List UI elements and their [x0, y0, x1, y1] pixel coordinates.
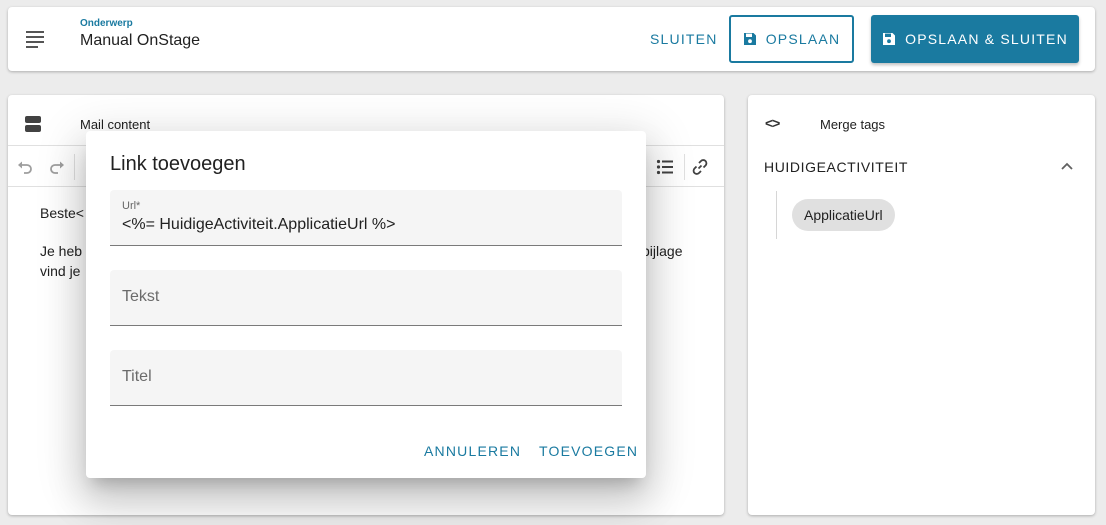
bullet-list-icon[interactable]: [656, 158, 674, 176]
toolbar-divider: [74, 154, 75, 180]
undo-icon[interactable]: [16, 158, 34, 176]
save-and-close-button-label: OPSLAAN & SLUITEN: [905, 31, 1068, 47]
link-dialog: Link toevoegen Url* <%= HuidigeActivitei…: [86, 131, 646, 478]
redo-icon[interactable]: [48, 158, 66, 176]
title-field[interactable]: Titel: [110, 350, 622, 406]
text-field-placeholder: Tekst: [122, 288, 160, 305]
floppy-icon: [743, 33, 756, 45]
chevron-up-icon[interactable]: [1061, 162, 1073, 170]
save-and-close-button[interactable]: OPSLAAN & SLUITEN: [871, 15, 1079, 63]
close-button[interactable]: SLUITEN: [644, 23, 724, 55]
text-field[interactable]: Tekst: [110, 270, 622, 326]
title-field-placeholder: Titel: [122, 368, 152, 385]
merge-tags-card: <> Merge tags HUIDIGEACTIVITEIT Applicat…: [748, 95, 1095, 515]
subject-icon: [26, 31, 44, 48]
save-button[interactable]: OPSLAAN: [729, 15, 854, 63]
toolbar-divider: [684, 154, 685, 180]
save-button-label: OPSLAAN: [765, 31, 841, 47]
add-button[interactable]: TOEVOEGEN: [539, 443, 638, 459]
editor-icon: [25, 116, 41, 132]
merge-tag-chip[interactable]: ApplicatieUrl: [792, 199, 895, 231]
dialog-title: Link toevoegen: [110, 153, 246, 175]
mail-content-title: Mail content: [80, 117, 151, 132]
cancel-button[interactable]: ANNULEREN: [424, 443, 521, 459]
merge-tags-title: Merge tags: [820, 117, 886, 132]
url-field-value[interactable]: <%= HuidigeActiviteit.ApplicatieUrl %>: [122, 216, 395, 234]
url-field-label: Url*: [122, 200, 141, 212]
tag-tree-line: [776, 191, 777, 239]
mail-text-line[interactable]: vind je: [40, 263, 80, 279]
header-bar: Onderwerp Manual OnStage SLUITEN OPSLAAN…: [8, 7, 1095, 71]
mail-text-line[interactable]: Beste<: [40, 205, 84, 221]
subject-value[interactable]: Manual OnStage: [80, 32, 200, 50]
mail-text-line[interactable]: Je heb: [40, 243, 82, 259]
link-icon[interactable]: [691, 158, 709, 176]
url-field[interactable]: Url* <%= HuidigeActiviteit.ApplicatieUrl…: [110, 190, 622, 246]
merge-section-header[interactable]: HUIDIGEACTIVITEIT: [764, 159, 908, 175]
subject-label: Onderwerp: [80, 18, 133, 29]
code-icon: <>: [765, 115, 780, 131]
floppy-icon: [883, 33, 896, 45]
mail-text-line[interactable]: bijlage: [642, 243, 682, 259]
